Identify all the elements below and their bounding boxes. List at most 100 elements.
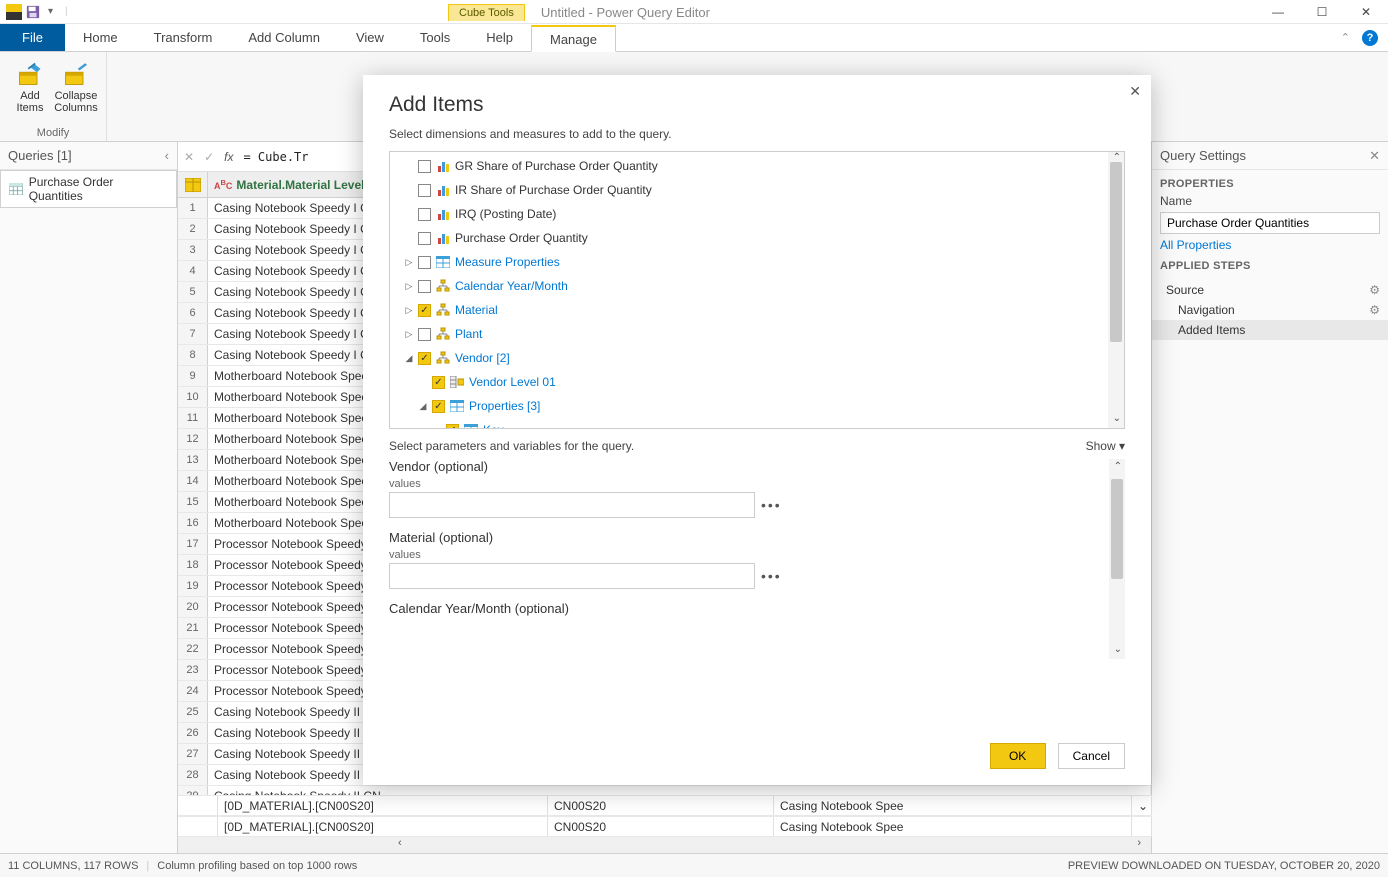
cell[interactable]: CN00S20	[548, 817, 774, 836]
tree-item[interactable]: IRQ (Posting Date)	[390, 202, 1124, 226]
minimize-button[interactable]: —	[1256, 0, 1300, 24]
tree-item[interactable]: ✓Vendor Level 01	[390, 370, 1124, 394]
row-number[interactable]: 27	[178, 744, 208, 764]
row-number[interactable]: 16	[178, 513, 208, 533]
ribbon-collapse-icon[interactable]: ⌃	[1341, 31, 1350, 44]
cell[interactable]: [0D_MATERIAL].[CN00S20]	[218, 796, 548, 815]
gear-icon[interactable]: ⚙	[1369, 303, 1380, 317]
row-number[interactable]: 7	[178, 324, 208, 344]
scroll-left-icon[interactable]: ‹	[398, 837, 402, 849]
tree-label[interactable]: Vendor [2]	[455, 351, 510, 365]
row-number[interactable]: 17	[178, 534, 208, 554]
checkbox[interactable]: ✓	[418, 304, 431, 317]
close-icon[interactable]: ✕	[1369, 148, 1380, 164]
row-number[interactable]: 9	[178, 366, 208, 386]
expander-icon[interactable]: ▷	[404, 329, 414, 340]
scroll-down-icon[interactable]: ⌄	[1114, 644, 1122, 655]
checkbox[interactable]	[418, 232, 431, 245]
params-scrollbar[interactable]: ⌃ ⌄	[1109, 459, 1125, 659]
row-number[interactable]: 4	[178, 261, 208, 281]
tree-item[interactable]: ◢ ✓ Vendor [2]	[390, 346, 1124, 370]
formula-text[interactable]: = Cube.Tr	[243, 150, 308, 164]
scroll-thumb[interactable]	[1111, 479, 1123, 579]
tree-label[interactable]: GR Share of Purchase Order Quantity	[455, 159, 658, 173]
tree-label[interactable]: Key	[483, 423, 504, 429]
applied-step[interactable]: Added Items	[1152, 320, 1388, 340]
row-number[interactable]: 2	[178, 219, 208, 239]
add-items-button[interactable]: AddItems	[8, 56, 52, 125]
cell[interactable]: [0D_MATERIAL].[CN00S20]	[218, 817, 548, 836]
tree-item[interactable]: ▷ Calendar Year/Month	[390, 274, 1124, 298]
row-number[interactable]: 13	[178, 450, 208, 470]
expander-icon[interactable]: ◢	[418, 401, 428, 412]
applied-step[interactable]: Navigation⚙	[1152, 300, 1388, 320]
scroll-down-icon[interactable]: ⌄	[1113, 413, 1121, 424]
fx-icon[interactable]: fx	[224, 150, 233, 164]
tab-manage[interactable]: Manage	[531, 25, 616, 52]
checkbox[interactable]	[418, 208, 431, 221]
checkbox[interactable]	[418, 256, 431, 269]
tab-file[interactable]: File	[0, 24, 65, 51]
row-number[interactable]: 10	[178, 387, 208, 407]
row-number[interactable]: 24	[178, 681, 208, 701]
ok-button[interactable]: OK	[990, 743, 1046, 769]
checkbox[interactable]	[418, 184, 431, 197]
row-number[interactable]: 28	[178, 765, 208, 785]
scroll-right-icon[interactable]: ›	[1137, 837, 1141, 849]
checkbox[interactable]	[418, 160, 431, 173]
scroll-thumb[interactable]	[1110, 162, 1122, 342]
tree-label[interactable]: Plant	[455, 327, 482, 341]
row-number[interactable]: 5	[178, 282, 208, 302]
formula-commit-icon[interactable]: ✓	[204, 150, 214, 164]
row-number[interactable]: 23	[178, 660, 208, 680]
row-number[interactable]: 19	[178, 576, 208, 596]
param-input[interactable]	[389, 492, 755, 518]
row-number[interactable]: 1	[178, 198, 208, 218]
tab-help[interactable]: Help	[468, 24, 531, 51]
formula-cancel-icon[interactable]: ✕	[184, 150, 194, 164]
tab-transform[interactable]: Transform	[136, 24, 231, 51]
cancel-button[interactable]: Cancel	[1058, 743, 1125, 769]
chevron-left-icon[interactable]: ‹	[165, 148, 169, 163]
cube-tools-contextual-tab[interactable]: Cube Tools	[448, 4, 525, 21]
tree-item[interactable]: ▷ Plant	[390, 322, 1124, 346]
row-number[interactable]: 14	[178, 471, 208, 491]
tree-label[interactable]: Calendar Year/Month	[455, 279, 568, 293]
cell[interactable]: Casing Notebook Spee	[774, 817, 1132, 836]
tree-label[interactable]: Measure Properties	[455, 255, 560, 269]
row-number[interactable]: 18	[178, 555, 208, 575]
tree-scrollbar[interactable]: ⌃ ⌄	[1108, 152, 1124, 428]
tree-label[interactable]: Vendor Level 01	[469, 375, 556, 389]
tree-item[interactable]: GR Share of Purchase Order Quantity	[390, 154, 1124, 178]
expander-icon[interactable]: ▷	[404, 305, 414, 316]
expander-icon[interactable]: ◢	[404, 353, 414, 364]
ellipsis-button[interactable]: •••	[761, 568, 782, 584]
tab-home[interactable]: Home	[65, 24, 136, 51]
tree-label[interactable]: IRQ (Posting Date)	[455, 207, 556, 221]
tree-item[interactable]: ▷ Measure Properties	[390, 250, 1124, 274]
save-icon[interactable]	[26, 5, 40, 19]
row-number[interactable]: 6	[178, 303, 208, 323]
tree-label[interactable]: Purchase Order Quantity	[455, 231, 588, 245]
queries-header[interactable]: Queries [1] ‹	[0, 142, 177, 170]
tree-label[interactable]: Properties [3]	[469, 399, 540, 413]
gear-icon[interactable]: ⚙	[1369, 283, 1380, 297]
checkbox[interactable]: ✓	[446, 424, 459, 430]
corner-cell[interactable]	[178, 172, 208, 197]
row-number[interactable]: 22	[178, 639, 208, 659]
expander-icon[interactable]: ▷	[404, 281, 414, 292]
row-number[interactable]: 26	[178, 723, 208, 743]
tab-tools[interactable]: Tools	[402, 24, 468, 51]
collapse-columns-button[interactable]: CollapseColumns	[54, 56, 98, 125]
tree-label[interactable]: IR Share of Purchase Order Quantity	[455, 183, 652, 197]
row-number[interactable]: 12	[178, 429, 208, 449]
row-number[interactable]: 21	[178, 618, 208, 638]
maximize-button[interactable]: ☐	[1300, 0, 1344, 24]
checkbox[interactable]: ✓	[418, 352, 431, 365]
help-icon[interactable]: ?	[1362, 30, 1378, 46]
row-number[interactable]: 20	[178, 597, 208, 617]
show-dropdown[interactable]: Show ▾	[1086, 439, 1125, 453]
row-number[interactable]: 8	[178, 345, 208, 365]
expander-icon[interactable]: ▷	[404, 257, 414, 268]
close-button[interactable]: ✕	[1344, 0, 1388, 24]
